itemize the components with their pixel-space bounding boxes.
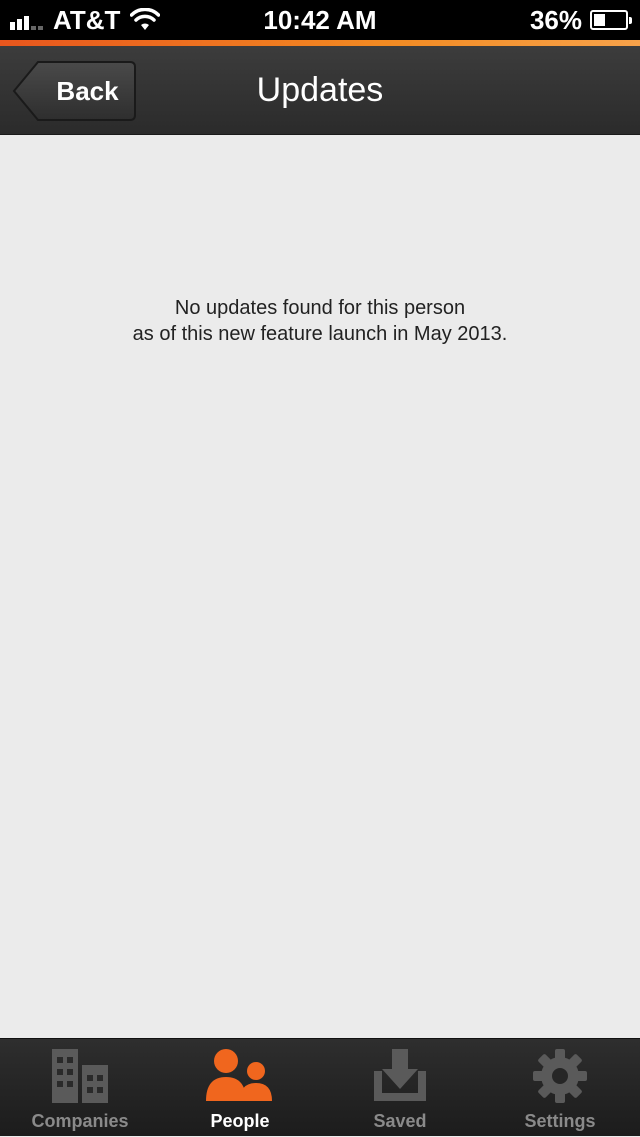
gear-icon [533,1049,587,1103]
battery-icon [590,10,632,30]
tab-label-saved: Saved [373,1111,427,1131]
back-button-label: Back [56,76,119,106]
tab-settings[interactable]: Settings [480,1039,640,1137]
status-bar: AT&T 10:42 AM 36% [0,0,640,40]
empty-state-message: No updates found for this person as of t… [40,295,600,347]
tab-companies[interactable]: Companies [0,1039,160,1137]
tab-label-settings: Settings [524,1111,596,1131]
download-tray-icon [374,1049,426,1101]
tab-bar: Companies People Saved Settings [0,1038,640,1136]
back-button[interactable]: Back [12,60,137,122]
battery-percentage: 36% [529,4,582,35]
empty-message-line-2: as of this new feature launch in May 201… [132,323,508,345]
buildings-icon [52,1049,108,1103]
tab-label-companies: Companies [31,1111,129,1131]
battery-fill [594,14,605,26]
people-icon [206,1049,272,1101]
tab-people[interactable]: People [160,1039,320,1137]
tab-label-people: People [210,1111,270,1131]
empty-message-line-1: No updates found for this person [174,297,466,319]
content-area: No updates found for this person as of t… [0,135,640,1038]
navigation-bar: Back Updates [0,46,640,135]
tab-saved[interactable]: Saved [320,1039,480,1137]
status-right: 36% [529,0,632,40]
page-title: Updates [256,71,384,109]
